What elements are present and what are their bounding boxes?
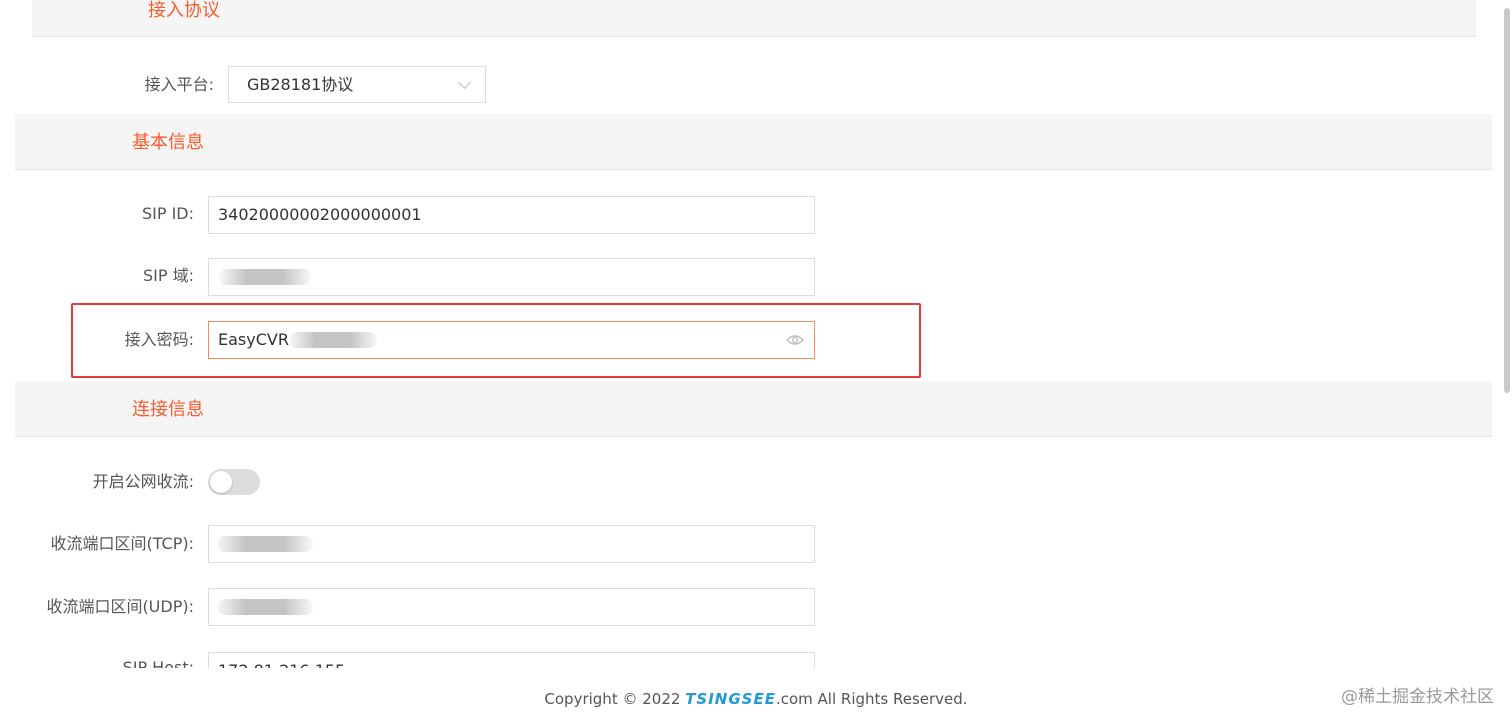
copyright-suffix: .com All Rights Reserved. (775, 690, 968, 708)
copyright-prefix: Copyright © 2022 (544, 690, 686, 708)
toggle-knob (210, 471, 232, 493)
copyright-text: Copyright © 2022 TSINGSEE.com All Rights… (0, 690, 1512, 708)
tcp-port-range-input[interactable] (208, 525, 815, 563)
sip-id-input[interactable]: 34020000002000000001 (208, 196, 815, 234)
sip-id-value: 34020000002000000001 (218, 205, 422, 224)
section-title-basic: 基本信息 (132, 132, 204, 153)
sip-domain-label: SIP 域: (142, 266, 194, 285)
public-stream-label: 开启公网收流: (92, 472, 194, 491)
sip-domain-input[interactable] (208, 258, 815, 296)
public-stream-toggle[interactable] (208, 469, 260, 495)
section-title-protocol: 接入协议 (148, 0, 220, 21)
redacted-value (219, 269, 311, 285)
section-title-connection: 连接信息 (132, 399, 204, 420)
section-header-basic (15, 114, 1492, 170)
platform-select[interactable]: GB28181协议 (228, 66, 486, 103)
vertical-scrollbar[interactable] (1504, 8, 1510, 393)
annotation-highlight-box (71, 303, 921, 378)
section-header-protocol (32, 0, 1476, 37)
udp-port-range-label: 收流端口区间(UDP): (46, 597, 194, 616)
section-header-connection (15, 381, 1492, 437)
platform-label: 接入平台: (144, 75, 214, 94)
udp-port-range-input[interactable] (208, 588, 815, 626)
platform-select-value: GB28181协议 (247, 75, 354, 94)
redacted-value (217, 599, 313, 615)
device-access-form: 接入协议 接入平台: GB28181协议 基本信息 SIP ID: 340200… (0, 0, 1512, 722)
sip-id-label: SIP ID: (141, 204, 194, 223)
redacted-value (217, 536, 313, 552)
brand-logo: TSINGSEE (685, 690, 776, 708)
tcp-port-range-label: 收流端口区间(TCP): (50, 534, 194, 553)
watermark: @稀土掘金技术社区 (1341, 687, 1494, 707)
chevron-down-icon (458, 76, 471, 89)
